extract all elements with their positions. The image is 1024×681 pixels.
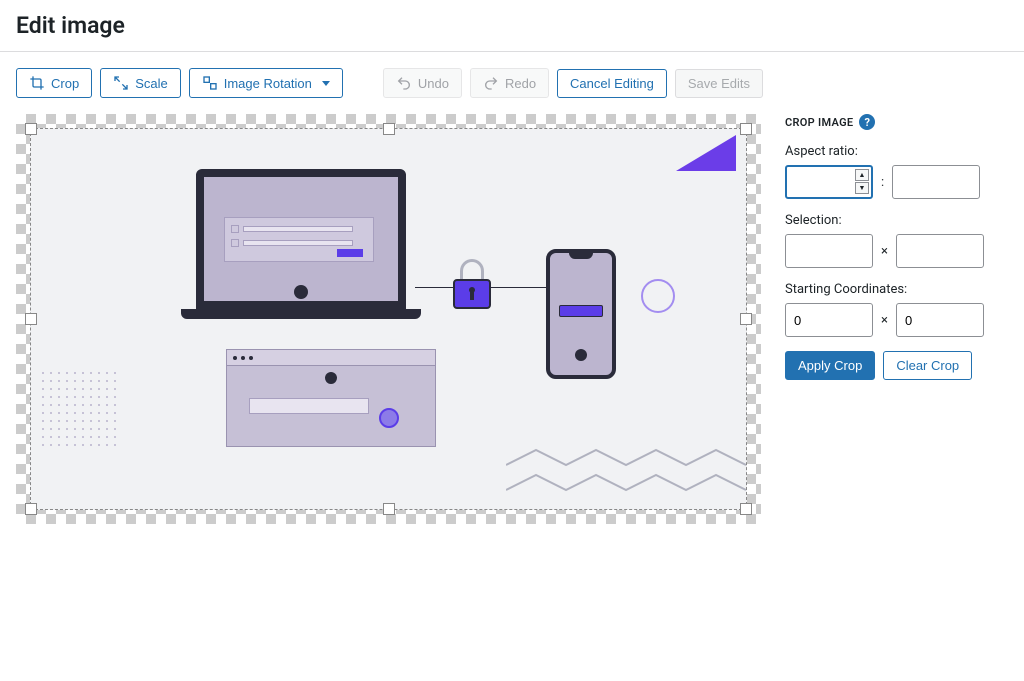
- aspect-ratio-label: Aspect ratio:: [785, 144, 995, 159]
- undo-icon: [396, 75, 412, 91]
- image-content: [31, 129, 746, 509]
- spinner-up-icon[interactable]: ▲: [855, 169, 869, 181]
- save-edits-button[interactable]: Save Edits: [675, 69, 763, 98]
- crop-panel-header: CROP IMAGE ?: [785, 114, 995, 130]
- toolbar: Crop Scale Image Rotation Undo Redo Canc: [0, 52, 1024, 114]
- selection-label: Selection:: [785, 213, 995, 228]
- selection-height-input[interactable]: [896, 234, 984, 268]
- help-icon[interactable]: ?: [859, 114, 875, 130]
- crop-panel-title: CROP IMAGE: [785, 116, 853, 129]
- coords-label: Starting Coordinates:: [785, 282, 995, 297]
- selection-separator: ×: [881, 244, 888, 259]
- save-label: Save Edits: [688, 76, 750, 91]
- redo-label: Redo: [505, 76, 536, 91]
- crop-panel: CROP IMAGE ? Aspect ratio: ▲ ▼ : Selecti…: [785, 114, 995, 380]
- scale-label: Scale: [135, 76, 168, 91]
- crop-label: Crop: [51, 76, 79, 91]
- selection-row: ×: [785, 234, 995, 268]
- clear-crop-button[interactable]: Clear Crop: [883, 351, 972, 380]
- undo-label: Undo: [418, 76, 449, 91]
- aspect-separator: :: [881, 175, 884, 190]
- editor-area: CROP IMAGE ? Aspect ratio: ▲ ▼ : Selecti…: [0, 114, 1024, 540]
- aspect-width-spinner[interactable]: ▲ ▼: [855, 169, 869, 194]
- crop-selection[interactable]: [30, 128, 747, 510]
- rotation-button[interactable]: Image Rotation: [189, 68, 343, 98]
- crop-button[interactable]: Crop: [16, 68, 92, 98]
- coords-separator: ×: [881, 313, 888, 328]
- image-canvas[interactable]: [16, 114, 761, 524]
- rotation-icon: [202, 75, 218, 91]
- apply-crop-button[interactable]: Apply Crop: [785, 351, 875, 380]
- scale-icon: [113, 75, 129, 91]
- spinner-down-icon[interactable]: ▼: [855, 182, 869, 194]
- aspect-ratio-row: ▲ ▼ :: [785, 165, 995, 199]
- page-title: Edit image: [0, 0, 1024, 52]
- selection-width-input[interactable]: [785, 234, 873, 268]
- coord-x-input[interactable]: [785, 303, 873, 337]
- crop-icon: [29, 75, 45, 91]
- aspect-ratio-height-input[interactable]: [892, 165, 980, 199]
- rotation-label: Image Rotation: [224, 76, 312, 91]
- cancel-label: Cancel Editing: [570, 76, 654, 91]
- coords-row: ×: [785, 303, 995, 337]
- chevron-down-icon: [322, 81, 330, 86]
- crop-actions: Apply Crop Clear Crop: [785, 351, 995, 380]
- redo-icon: [483, 75, 499, 91]
- undo-button[interactable]: Undo: [383, 68, 462, 98]
- redo-button[interactable]: Redo: [470, 68, 549, 98]
- cancel-editing-button[interactable]: Cancel Editing: [557, 69, 667, 98]
- edit-tools-group: Crop Scale Image Rotation: [16, 68, 343, 98]
- scale-button[interactable]: Scale: [100, 68, 181, 98]
- coord-y-input[interactable]: [896, 303, 984, 337]
